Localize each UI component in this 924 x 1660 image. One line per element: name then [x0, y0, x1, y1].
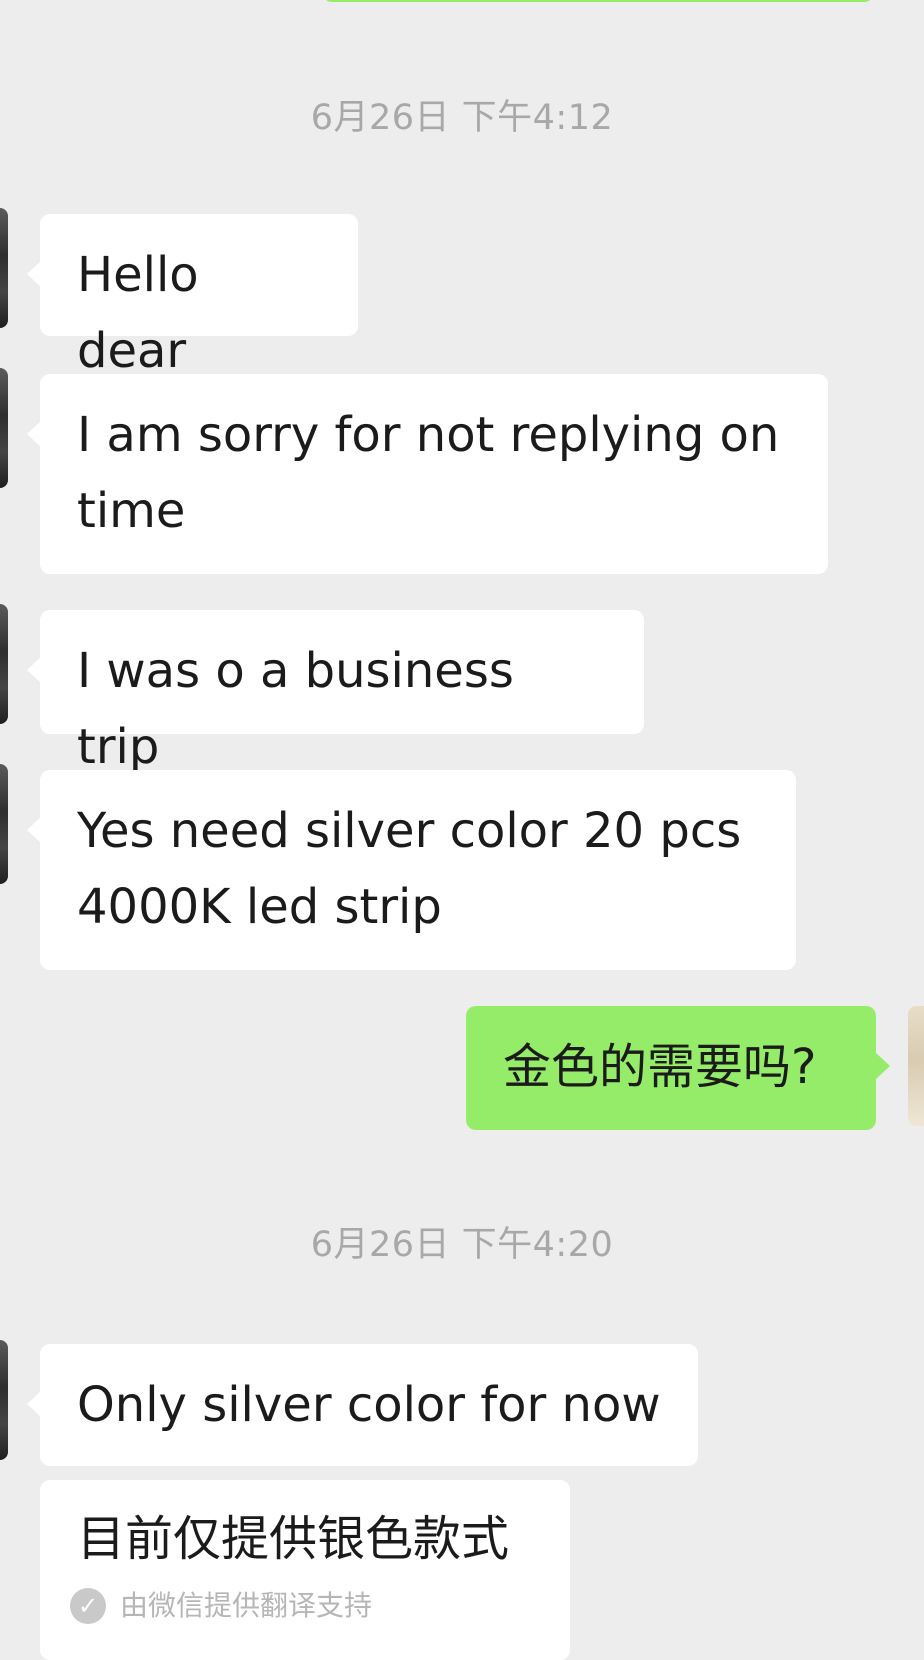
translation-bubble[interactable]: 目前仅提供银色款式	[40, 1480, 570, 1660]
own-avatar[interactable]	[908, 1006, 924, 1126]
timestamp: 6月26日 下午4:20	[310, 1225, 614, 1265]
message-bubble-incoming[interactable]: I was o a business trip	[27, 610, 644, 775]
previous-outgoing-bubble-edge[interactable]	[322, 0, 874, 2]
message-bubble-incoming[interactable]: I am sorry for not replying on time	[27, 374, 828, 574]
translation-attribution: ✓ 由微信提供翻译支持	[70, 1588, 372, 1624]
message-bubble-incoming[interactable]: Hello dear	[27, 214, 358, 379]
contact-avatar[interactable]	[0, 604, 8, 724]
contact-avatar[interactable]	[0, 764, 8, 884]
message-bubble-incoming[interactable]: Yes need silver color 20 pcs 4000K led s…	[27, 770, 796, 970]
check-circle-icon: ✓	[70, 1588, 106, 1624]
message-bubble-incoming[interactable]: Only silver color for now	[27, 1344, 698, 1466]
message-text: Only silver color for now	[77, 1377, 661, 1433]
contact-avatar[interactable]	[0, 1340, 8, 1460]
translation-attribution-text: 由微信提供翻译支持	[120, 1589, 373, 1622]
message-bubble-outgoing[interactable]: 金色的需要吗?	[466, 1006, 890, 1130]
message-text: Hello dear	[77, 247, 214, 379]
message-text: Yes need silver color 20 pcs 4000K led s…	[77, 803, 757, 935]
timestamp: 6月26日 下午4:12	[310, 98, 614, 138]
message-text: 金色的需要吗?	[503, 1039, 817, 1095]
message-text: I am sorry for not replying on time	[77, 407, 795, 539]
translation-text: 目前仅提供银色款式	[77, 1511, 510, 1567]
chat-conversation: 6月26日 下午4:12 Hello dear I am sorry for n…	[0, 0, 924, 1660]
message-text: I was o a business trip	[77, 643, 530, 775]
contact-avatar[interactable]	[0, 208, 8, 328]
contact-avatar[interactable]	[0, 368, 8, 488]
